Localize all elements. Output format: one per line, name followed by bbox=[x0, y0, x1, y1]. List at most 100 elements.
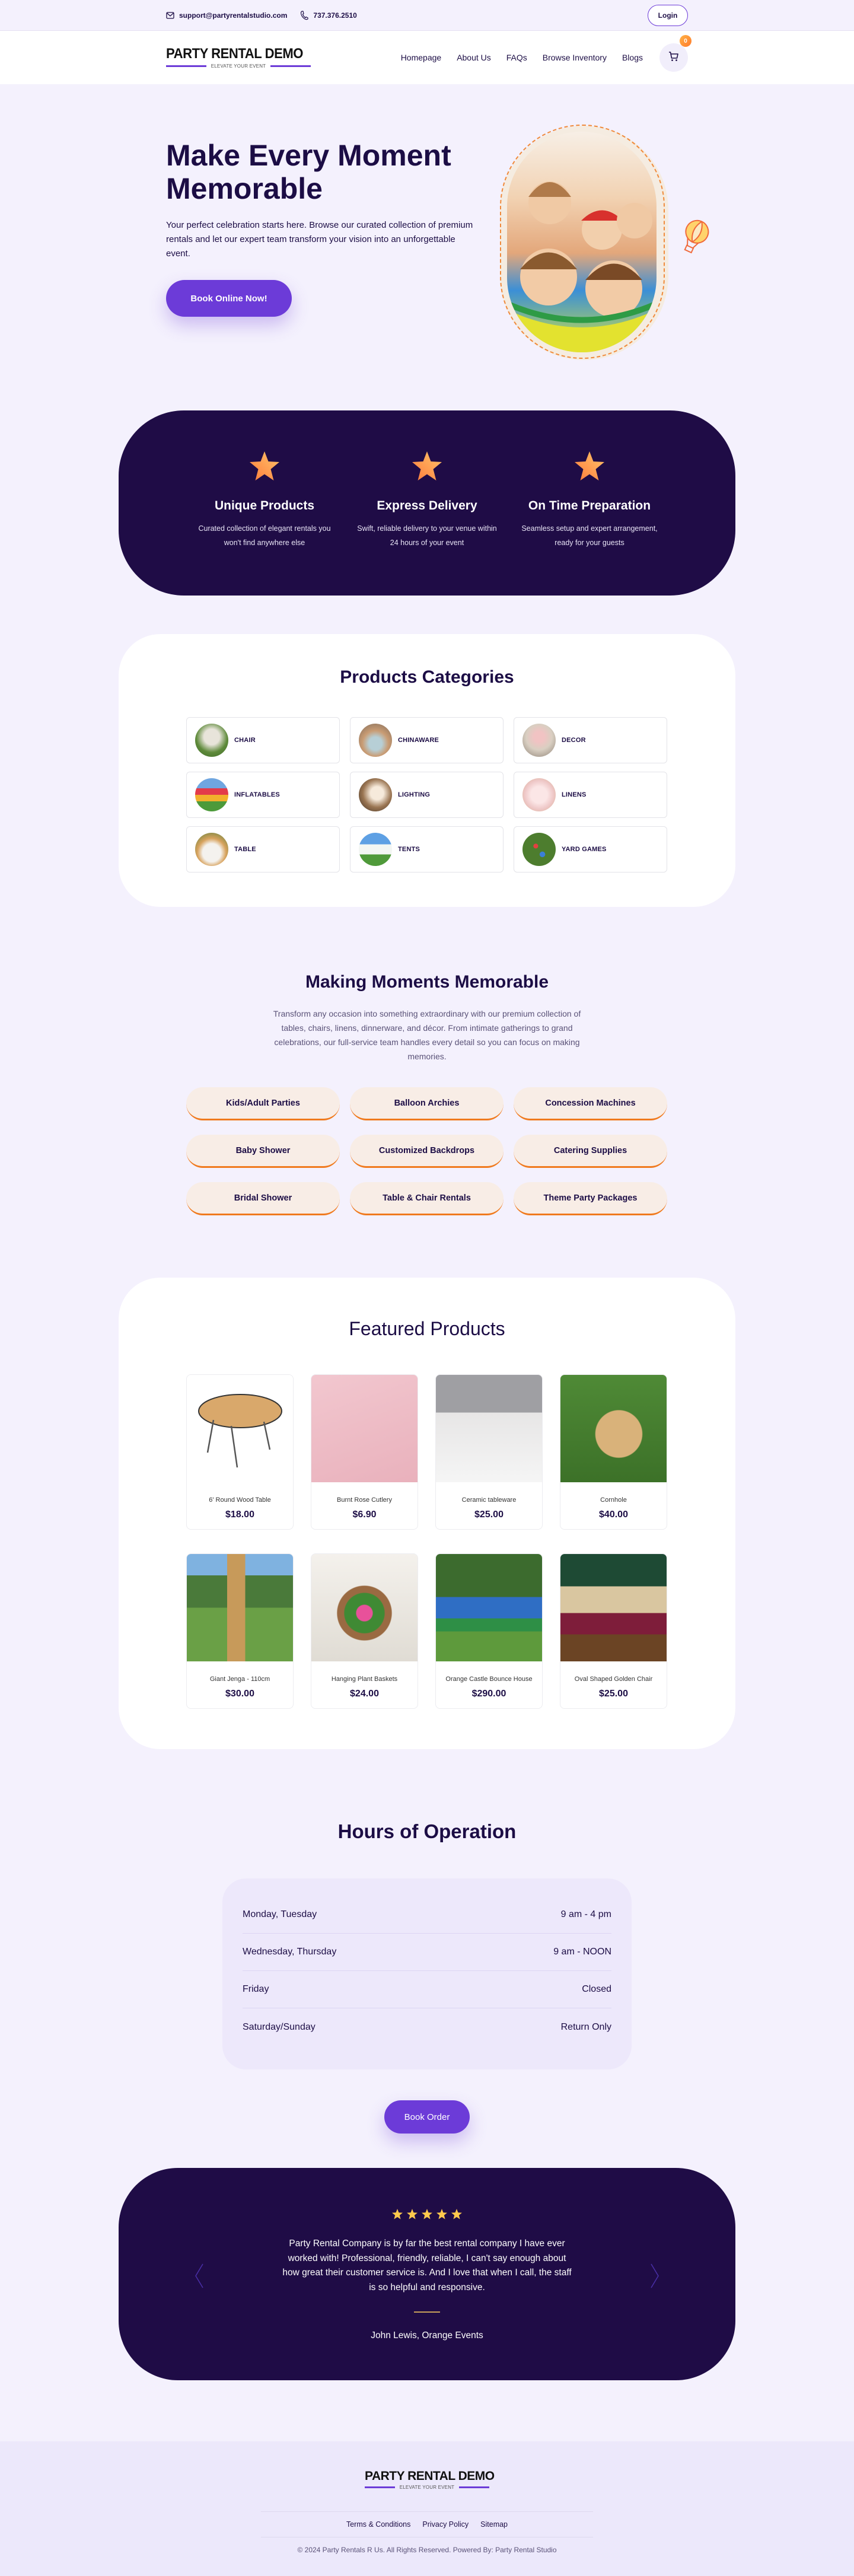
footer-link-privacy[interactable]: Privacy Policy bbox=[422, 2520, 469, 2529]
product-image bbox=[311, 1375, 418, 1482]
product-price: $6.90 bbox=[352, 1510, 377, 1520]
category-thumbnail bbox=[359, 778, 392, 811]
services-section: Making Moments Memorable Transform any o… bbox=[0, 907, 854, 1215]
service-pill[interactable]: Table & Chair Rentals bbox=[350, 1182, 504, 1215]
product-name: Orange Castle Bounce House bbox=[445, 1676, 533, 1683]
hours-row: Saturday/Sunday Return Only bbox=[243, 2008, 611, 2046]
service-pill[interactable]: Kids/Adult Parties bbox=[186, 1087, 340, 1120]
category-thumbnail bbox=[195, 778, 228, 811]
category-chair[interactable]: CHAIR bbox=[186, 717, 340, 763]
category-inflatables[interactable]: INFLATABLES bbox=[186, 772, 340, 818]
hours-time: 9 am - 4 pm bbox=[560, 1909, 611, 1919]
category-yard-games[interactable]: YARD GAMES bbox=[514, 826, 667, 873]
service-pill[interactable]: Balloon Archies bbox=[350, 1087, 504, 1120]
featured-products-section: Featured Products 6' Round Wood Table $1… bbox=[119, 1278, 735, 1749]
logo-line bbox=[459, 2486, 490, 2488]
category-tents[interactable]: TENTS bbox=[350, 826, 504, 873]
category-label: LINENS bbox=[562, 791, 587, 798]
category-table[interactable]: TABLE bbox=[186, 826, 340, 873]
category-thumbnail bbox=[522, 724, 556, 757]
product-price: $30.00 bbox=[225, 1689, 254, 1699]
product-card[interactable]: Burnt Rose Cutlery $6.90 bbox=[311, 1374, 418, 1530]
category-decor[interactable]: DECOR bbox=[514, 717, 667, 763]
nav-about-us[interactable]: About Us bbox=[457, 53, 491, 62]
product-card[interactable]: Cornhole $40.00 bbox=[560, 1374, 667, 1530]
category-label: LIGHTING bbox=[398, 791, 431, 798]
product-name: Oval Shaped Golden Chair bbox=[574, 1676, 653, 1683]
phone-contact[interactable]: 737.376.2510 bbox=[300, 11, 357, 20]
cart-icon bbox=[668, 50, 680, 65]
category-lighting[interactable]: LIGHTING bbox=[350, 772, 504, 818]
book-online-button[interactable]: Book Online Now! bbox=[166, 280, 292, 317]
phone-icon bbox=[300, 11, 308, 20]
footer-logo-tagline-row: ELEVATE YOUR EVENT bbox=[365, 2485, 490, 2490]
chevron-right-icon[interactable] bbox=[650, 2263, 659, 2292]
product-image bbox=[436, 1375, 542, 1482]
logo[interactable]: PARTY RENTAL DEMO ELEVATE YOUR EVENT bbox=[166, 45, 311, 69]
hero-title: Make Every Moment Memorable bbox=[166, 139, 451, 205]
star-icon bbox=[407, 2209, 418, 2220]
product-categories-section: Products Categories CHAIR CHINAWARE DECO… bbox=[119, 634, 735, 907]
product-name: Burnt Rose Cutlery bbox=[337, 1496, 392, 1504]
categories-grid: CHAIR CHINAWARE DECOR INFLATABLES LIGHTI… bbox=[186, 717, 668, 873]
product-image bbox=[560, 1375, 667, 1482]
hours-day: Wednesday, Thursday bbox=[243, 1947, 337, 1957]
category-label: DECOR bbox=[562, 737, 586, 744]
cart-button[interactable]: 0 bbox=[659, 35, 692, 72]
product-card[interactable]: 6' Round Wood Table $18.00 bbox=[186, 1374, 294, 1530]
hours-time: Closed bbox=[582, 1984, 611, 1994]
nav-blogs[interactable]: Blogs bbox=[622, 53, 643, 62]
category-chinaware[interactable]: CHINAWARE bbox=[350, 717, 504, 763]
nav-faqs[interactable]: FAQs bbox=[506, 53, 527, 62]
product-name: Cornhole bbox=[600, 1496, 627, 1504]
product-price: $25.00 bbox=[474, 1510, 504, 1520]
product-card[interactable]: Oval Shaped Golden Chair $25.00 bbox=[560, 1553, 667, 1709]
book-order-button[interactable]: Book Order bbox=[384, 2100, 470, 2134]
footer-logo[interactable]: PARTY RENTAL DEMO ELEVATE YOUR EVENT bbox=[365, 2470, 495, 2490]
product-name: Hanging Plant Baskets bbox=[331, 1676, 398, 1683]
feature-unique-products: Unique Products Curated collection of el… bbox=[192, 450, 337, 550]
star-icon bbox=[436, 2209, 447, 2220]
footer-link-sitemap[interactable]: Sitemap bbox=[480, 2520, 508, 2529]
footer-logo-tagline: ELEVATE YOUR EVENT bbox=[399, 2485, 455, 2490]
nav-homepage[interactable]: Homepage bbox=[401, 53, 442, 62]
feature-text: Swift, reliable delivery to your venue w… bbox=[357, 524, 497, 547]
product-card[interactable]: Giant Jenga - 110cm $30.00 bbox=[186, 1553, 294, 1709]
service-pill[interactable]: Baby Shower bbox=[186, 1135, 340, 1168]
category-label: CHAIR bbox=[234, 737, 256, 744]
star-icon bbox=[451, 2209, 462, 2220]
products-grid: 6' Round Wood Table $18.00 Burnt Rose Cu… bbox=[186, 1374, 668, 1709]
featured-title: Featured Products bbox=[349, 1318, 505, 1339]
feature-title: Unique Products bbox=[214, 499, 314, 512]
email-contact[interactable]: support@partyrentalstudio.com bbox=[166, 11, 287, 20]
nav-browse-inventory[interactable]: Browse Inventory bbox=[543, 53, 607, 62]
feature-text: Seamless setup and expert arrangement, r… bbox=[521, 524, 658, 547]
product-card[interactable]: Hanging Plant Baskets $24.00 bbox=[311, 1553, 418, 1709]
logo-title: PARTY RENTAL DEMO bbox=[166, 45, 303, 62]
categories-title: Products Categories bbox=[340, 667, 514, 687]
star-icon bbox=[412, 451, 442, 480]
category-label: YARD GAMES bbox=[562, 846, 607, 853]
feature-title: On Time Preparation bbox=[528, 499, 651, 512]
cart-count-badge: 0 bbox=[680, 35, 692, 47]
hot-air-balloon-icon bbox=[677, 218, 713, 259]
service-pill[interactable]: Catering Supplies bbox=[514, 1135, 667, 1168]
logo-line bbox=[365, 2486, 395, 2488]
testimonial-author: John Lewis, Orange Events bbox=[371, 2330, 483, 2341]
footer-link-terms[interactable]: Terms & Conditions bbox=[346, 2520, 410, 2529]
service-pill[interactable]: Concession Machines bbox=[514, 1087, 667, 1120]
logo-line bbox=[270, 65, 311, 67]
moments-text: Transform any occasion into something ex… bbox=[273, 1009, 581, 1061]
product-card[interactable]: Orange Castle Bounce House $290.00 bbox=[435, 1553, 543, 1709]
service-pill[interactable]: Bridal Shower bbox=[186, 1182, 340, 1215]
feature-on-time-preparation: On Time Preparation Seamless setup and e… bbox=[517, 450, 662, 550]
service-pill[interactable]: Theme Party Packages bbox=[514, 1182, 667, 1215]
star-icon bbox=[392, 2209, 403, 2220]
product-card[interactable]: Ceramic tableware $25.00 bbox=[435, 1374, 543, 1530]
feature-title: Express Delivery bbox=[377, 499, 477, 512]
login-button[interactable]: Login bbox=[648, 5, 688, 26]
service-pill[interactable]: Customized Backdrops bbox=[350, 1135, 504, 1168]
chevron-left-icon[interactable] bbox=[195, 2263, 204, 2292]
category-linens[interactable]: LINENS bbox=[514, 772, 667, 818]
feature-express-delivery: Express Delivery Swift, reliable deliver… bbox=[354, 450, 500, 550]
